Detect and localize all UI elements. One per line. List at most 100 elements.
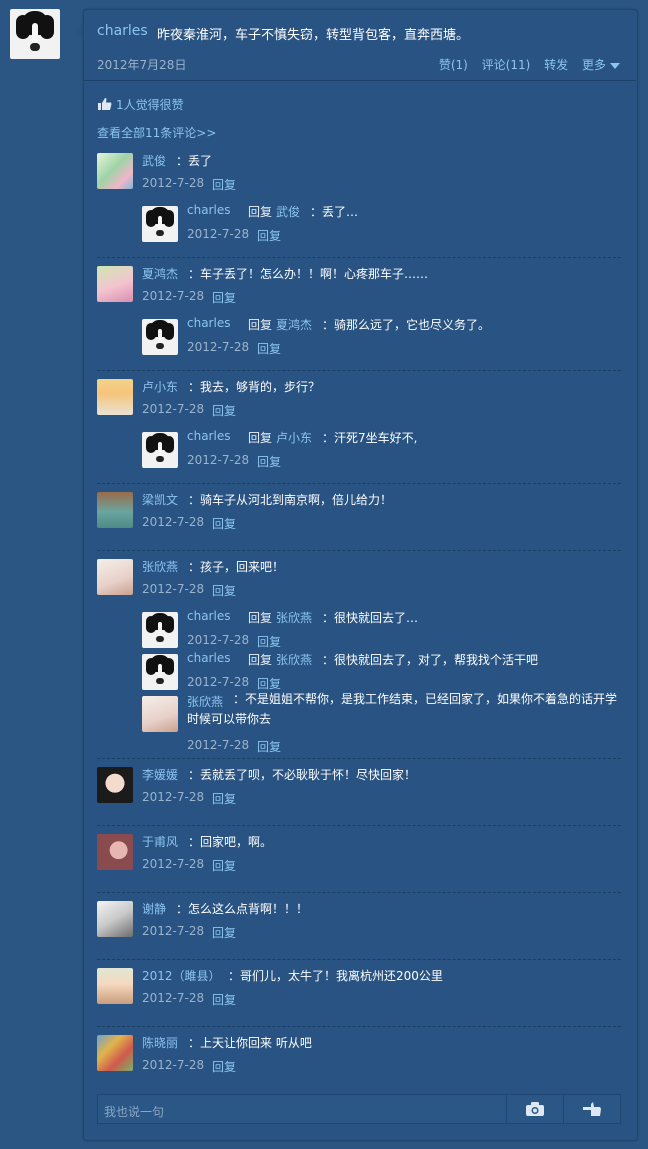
reply-button[interactable]: 回复 <box>212 582 236 599</box>
commenter-avatar[interactable] <box>97 379 133 415</box>
commenter-name[interactable]: 陈晓丽 <box>142 1034 178 1051</box>
commenter-name[interactable]: 梁凯文 <box>142 491 178 508</box>
reply-avatar[interactable] <box>142 432 178 468</box>
comment-date: 2012-7-28 <box>142 289 205 303</box>
comment-date: 2012-7-28 <box>142 924 205 938</box>
commenter-name[interactable]: 谢静 <box>142 900 166 917</box>
comment-button[interactable]: 评论(11) <box>482 58 531 72</box>
comment-separator <box>97 1026 621 1027</box>
reply-avatar[interactable] <box>142 612 178 648</box>
comment-text: ：上天让你回来 听从吧 <box>188 1036 312 1050</box>
reply-date: 2012-7-28 <box>187 340 250 354</box>
reply-button[interactable]: 回复 <box>212 515 236 532</box>
reply-text: ：很快就回去了，对了，帮我找个活干吧 <box>322 653 539 667</box>
comment-text: ：怎么这么点背啊！！！ <box>176 902 309 916</box>
comment-separator <box>97 825 621 826</box>
commenter-name[interactable]: 2012（雎县） <box>142 967 221 984</box>
commenter-name[interactable]: 于甫风 <box>142 833 178 850</box>
reply-button[interactable]: 回复 <box>212 790 236 807</box>
comment-separator <box>97 758 621 759</box>
reply-target-name[interactable]: 夏鸿杰 <box>276 316 312 333</box>
comment-text: ：回家吧，啊。 <box>188 835 273 849</box>
commenter-name[interactable]: 卢小东 <box>142 378 178 395</box>
commenter-name[interactable]: 武俊 <box>142 152 166 169</box>
reply-target-name[interactable]: 张欣燕 <box>276 651 312 668</box>
view-all-comments-link[interactable]: 查看全部11条评论>> <box>97 124 216 141</box>
reply-text: ：很快就回去了… <box>322 611 419 625</box>
reply-button[interactable]: 回复 <box>257 633 281 650</box>
comment-separator <box>97 892 621 893</box>
reply-author-name[interactable]: charles <box>187 651 230 665</box>
reply-button[interactable]: 回复 <box>212 991 236 1008</box>
reply-author-name[interactable]: charles <box>187 429 230 443</box>
comment-text: ：丢了 <box>176 154 213 168</box>
commenter-avatar[interactable] <box>97 767 133 803</box>
reply-button[interactable]: 回复 <box>212 289 236 306</box>
comment-text: ：车子丢了！怎么办！！啊！心疼那车子…… <box>188 267 429 281</box>
reply-button[interactable]: 回复 <box>257 227 281 244</box>
reply-to-label: 回复 <box>248 205 273 219</box>
commenter-avatar[interactable] <box>97 559 133 595</box>
reply-target-name[interactable]: 张欣燕 <box>276 609 312 626</box>
reply-date: 2012-7-28 <box>187 633 250 647</box>
comment-date: 2012-7-28 <box>142 176 205 190</box>
camera-icon <box>526 1102 544 1116</box>
post-author-avatar[interactable] <box>10 9 60 59</box>
commenter-avatar[interactable] <box>97 834 133 870</box>
comment-text: ：哥们儿，太牛了！我离杭州还200公里 <box>228 969 443 983</box>
reply-text: ：不是姐姐不帮你，是我工作结束，已经回家了，如果你不着急的话开学时候可以带你去 <box>187 692 618 726</box>
reply-author-name[interactable]: charles <box>187 203 230 217</box>
commenter-avatar[interactable] <box>97 492 133 528</box>
comment-input-field[interactable]: 我也说一句 <box>104 1103 164 1120</box>
reply-avatar[interactable] <box>142 319 178 355</box>
camera-button[interactable] <box>506 1095 564 1123</box>
commenter-avatar[interactable] <box>97 1035 133 1071</box>
comment-date: 2012-7-28 <box>142 790 205 804</box>
forward-button[interactable]: 转发 <box>544 58 568 72</box>
reply-to-label: 回复 <box>248 611 273 625</box>
reply-target-name[interactable]: 武俊 <box>276 203 300 220</box>
post-actions: 赞(1) 评论(11) 转发 更多 <box>429 56 620 73</box>
reply-avatar[interactable] <box>142 206 178 242</box>
reply-button[interactable]: 回复 <box>257 453 281 470</box>
reply-button[interactable]: 回复 <box>212 924 236 941</box>
reply-target-name[interactable]: 卢小东 <box>276 429 312 446</box>
more-button[interactable]: 更多 <box>582 58 620 72</box>
comment-text: ：我去，够背的，步行？ <box>188 380 321 394</box>
commenter-name[interactable]: 张欣燕 <box>142 558 178 575</box>
like-button[interactable]: 赞(1) <box>439 58 468 72</box>
reply-button[interactable]: 回复 <box>212 402 236 419</box>
comment-text: ：丢就丢了呗，不必耿耿于怀！尽快回家！ <box>188 768 417 782</box>
post-author-name[interactable]: charles <box>97 23 148 39</box>
pointing-hand-icon <box>583 1102 601 1116</box>
comment-separator <box>97 959 621 960</box>
likes-text[interactable]: 1人觉得很赞 <box>116 98 184 112</box>
more-label: 更多 <box>581 58 606 72</box>
comment-date: 2012-7-28 <box>142 582 205 596</box>
reply-date: 2012-7-28 <box>187 227 250 241</box>
commenter-avatar[interactable] <box>97 968 133 1004</box>
reply-text: ：汗死7坐车好不, <box>322 431 418 445</box>
reply-button[interactable]: 回复 <box>212 1058 236 1075</box>
commenter-avatar[interactable] <box>97 153 133 189</box>
reply-to-label: 回复 <box>248 431 273 445</box>
reply-author-name[interactable]: charles <box>187 609 230 623</box>
chevron-down-icon <box>610 62 620 69</box>
card-pointer <box>74 24 83 38</box>
commenter-avatar[interactable] <box>97 266 133 302</box>
comment-date: 2012-7-28 <box>142 1058 205 1072</box>
comment-separator <box>97 370 621 371</box>
reply-button[interactable]: 回复 <box>257 340 281 357</box>
commenter-name[interactable]: 夏鸿杰 <box>142 265 178 282</box>
post-date[interactable]: 2012年7月28日 <box>97 56 186 73</box>
reply-button[interactable]: 回复 <box>212 176 236 193</box>
commenter-name[interactable]: 李媛媛 <box>142 766 178 783</box>
reply-button[interactable]: 回复 <box>212 857 236 874</box>
reply-avatar[interactable] <box>142 654 178 690</box>
reply-button[interactable]: 回复 <box>257 738 281 755</box>
reply-author-name[interactable]: charles <box>187 316 230 330</box>
reply-avatar[interactable] <box>142 696 178 732</box>
comment-date: 2012-7-28 <box>142 402 205 416</box>
poke-button[interactable] <box>563 1095 621 1123</box>
commenter-avatar[interactable] <box>97 901 133 937</box>
